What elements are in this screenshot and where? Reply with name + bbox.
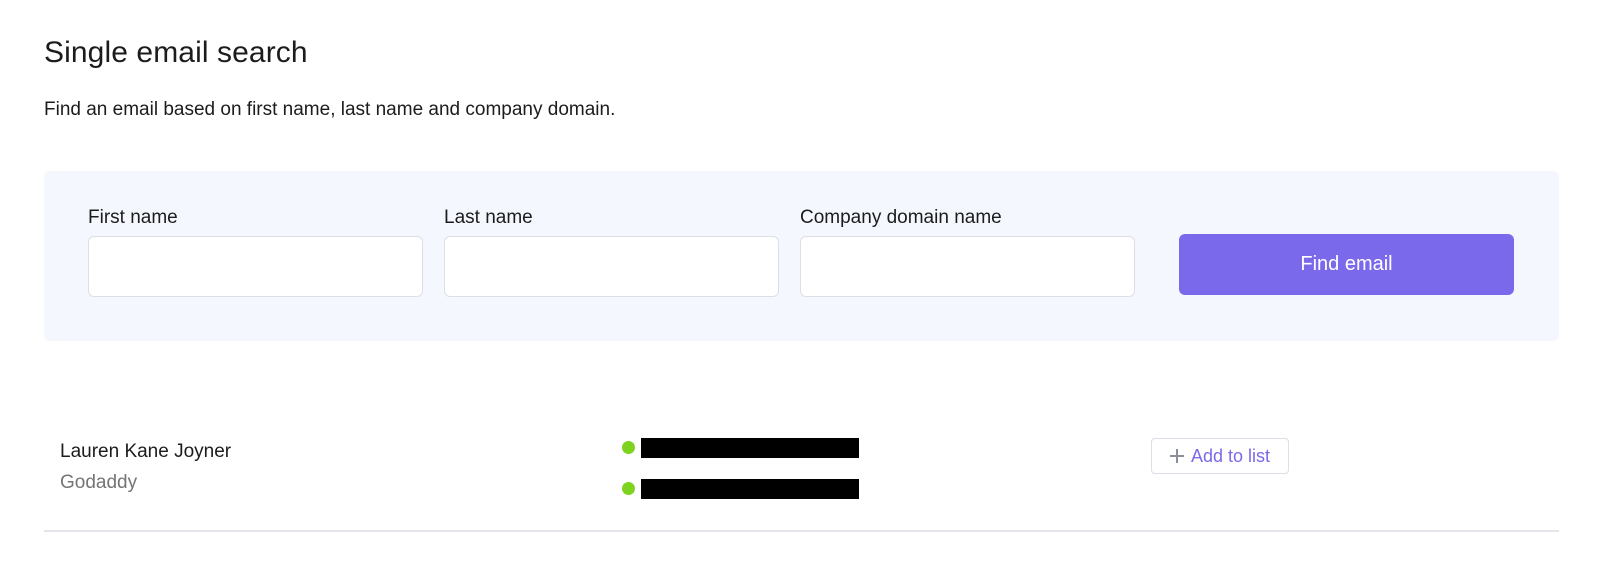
last-name-field: Last name [444,207,779,297]
search-form-panel: First name Last name Company domain name… [44,171,1559,341]
plus-icon [1169,449,1184,463]
company-domain-label: Company domain name [800,207,1002,228]
find-email-button[interactable]: Find email [1179,234,1514,295]
add-to-list-button[interactable]: Add to list [1151,438,1289,474]
company-domain-field: Company domain name [800,207,1135,297]
page-title: Single email search [44,36,308,69]
first-name-field: First name [88,207,423,297]
first-name-label: First name [88,207,178,228]
result-person-name: Lauren Kane Joyner [60,441,232,462]
add-to-list-label: Add to list [1190,445,1271,466]
page-subtitle: Find an email based on first name, last … [44,99,616,120]
email-status-dot [622,482,635,495]
first-name-input[interactable] [88,236,423,297]
result-company-name: Godaddy [60,472,138,493]
last-name-input[interactable] [444,236,779,297]
email-status-dot [622,441,635,454]
result-row: Lauren Kane Joyner Godaddy Add to list [44,420,1559,532]
company-domain-input[interactable] [800,236,1135,297]
redacted-email[interactable] [641,479,859,499]
redacted-email[interactable] [641,438,859,458]
last-name-label: Last name [444,207,533,228]
